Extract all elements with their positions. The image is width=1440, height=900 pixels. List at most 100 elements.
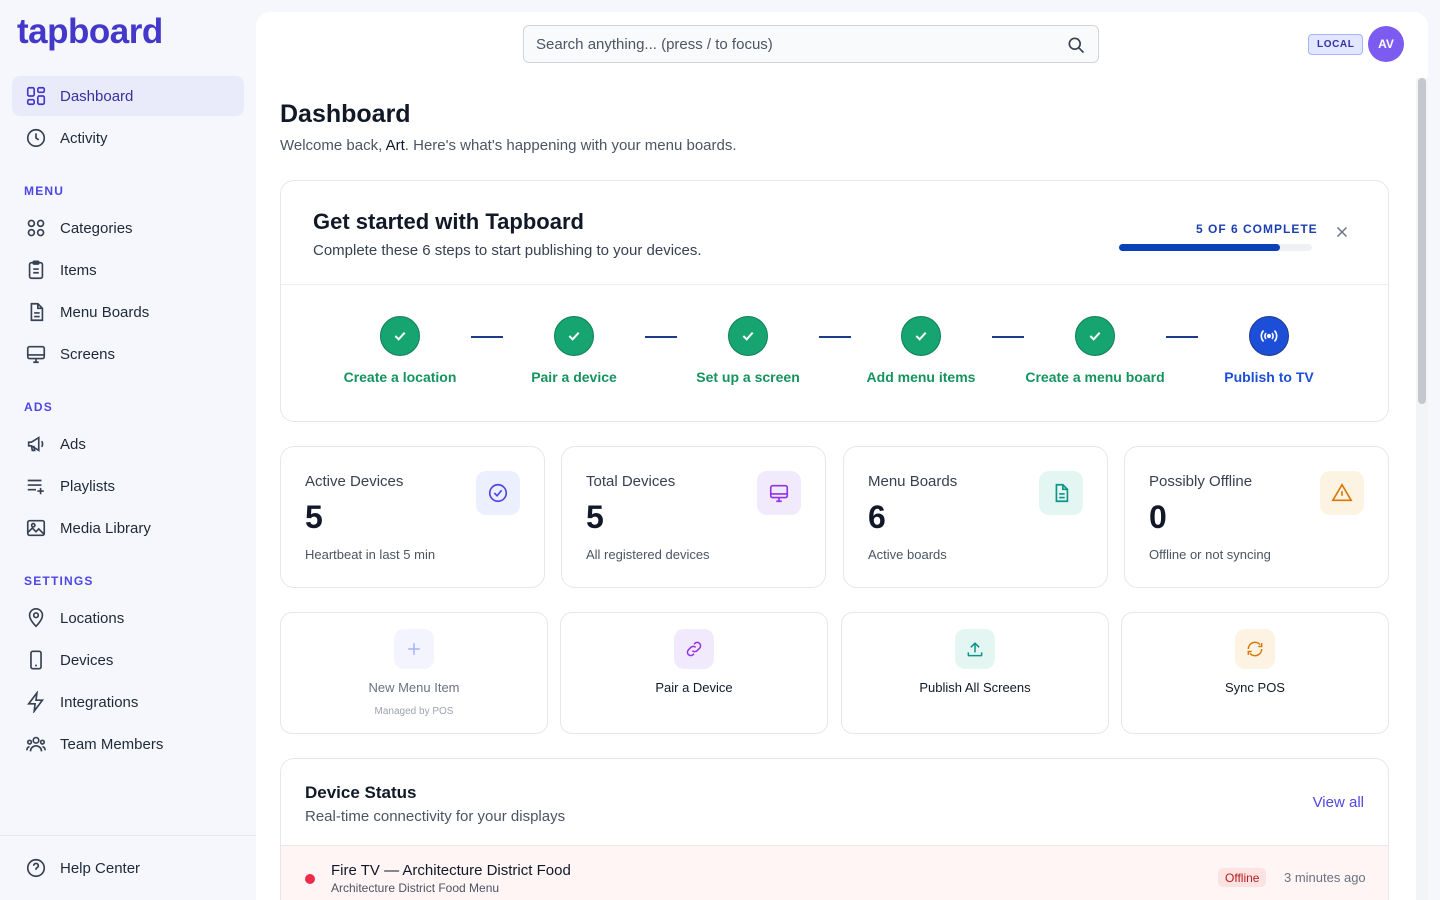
clock-icon xyxy=(24,126,48,150)
step-pair-device[interactable]: Pair a device xyxy=(487,316,661,385)
avatar[interactable]: AV xyxy=(1368,26,1404,62)
sidebar-item-label: Categories xyxy=(60,219,133,237)
sidebar-item-categories[interactable]: Categories xyxy=(12,208,244,248)
onboarding-progress-label: 5 OF 6 COMPLETE xyxy=(1196,222,1318,236)
action-label: Sync POS xyxy=(1225,680,1285,695)
user-name: Art xyxy=(385,137,405,154)
action-note: Managed by POS xyxy=(374,706,454,717)
image-icon xyxy=(24,516,48,540)
search-input[interactable] xyxy=(536,35,1056,53)
step-create-location[interactable]: Create a location xyxy=(313,316,487,385)
sidebar-item-screens[interactable]: Screens xyxy=(12,334,244,374)
stat-description: All registered devices xyxy=(586,547,710,562)
environment-badge: LOCAL xyxy=(1308,34,1364,55)
step-set-up-screen[interactable]: Set up a screen xyxy=(661,316,835,385)
app-logo[interactable]: tapboard xyxy=(17,12,163,52)
sidebar-item-menu-boards[interactable]: Menu Boards xyxy=(12,292,244,332)
sidebar-item-media-library[interactable]: Media Library xyxy=(12,508,244,548)
stat-label: Possibly Offline xyxy=(1149,473,1253,490)
pair-device-button[interactable]: Pair a Device xyxy=(560,612,828,734)
sidebar-item-label: Playlists xyxy=(60,477,116,495)
main-panel: LOCAL AV Dashboard Welcome back, Art. He… xyxy=(256,12,1428,900)
sidebar-item-integrations[interactable]: Integrations xyxy=(12,682,244,722)
sidebar-item-ads[interactable]: Ads xyxy=(12,424,244,464)
sidebar-item-locations[interactable]: Locations xyxy=(12,598,244,638)
warning-icon xyxy=(1320,471,1364,515)
onboarding-steps: Create a location Pair a device Set up a… xyxy=(281,285,1390,421)
sidebar-item-playlists[interactable]: Playlists xyxy=(12,466,244,506)
sidebar-item-help-center[interactable]: Help Center xyxy=(12,848,244,888)
playlist-icon xyxy=(24,474,48,498)
action-label: New Menu Item xyxy=(368,680,460,695)
step-publish-to-tv[interactable]: Publish to TV xyxy=(1182,316,1356,385)
step-label: Publish to TV xyxy=(1224,369,1314,385)
step-add-menu-items[interactable]: Add menu items xyxy=(834,316,1008,385)
stat-value: 5 xyxy=(586,499,604,535)
sidebar-item-label: Items xyxy=(60,261,97,279)
sidebar-item-items[interactable]: Items xyxy=(12,250,244,290)
search-icon[interactable] xyxy=(1066,35,1086,55)
stat-label: Active Devices xyxy=(305,473,404,490)
link-icon xyxy=(674,629,714,669)
onboarding-progress-fill xyxy=(1119,244,1280,251)
stat-value: 0 xyxy=(1149,499,1167,535)
scrollbar[interactable] xyxy=(1416,78,1428,900)
check-icon xyxy=(1075,316,1115,356)
sidebar-item-dashboard[interactable]: Dashboard xyxy=(12,76,244,116)
plus-icon xyxy=(394,629,434,669)
sidebar-item-label: Team Members xyxy=(60,735,164,753)
sidebar-item-team-members[interactable]: Team Members xyxy=(12,724,244,764)
new-menu-item-button: New Menu Item Managed by POS xyxy=(280,612,548,734)
megaphone-icon xyxy=(24,432,48,456)
device-status-title: Device Status xyxy=(305,783,417,802)
sidebar-item-devices[interactable]: Devices xyxy=(12,640,244,680)
step-label: Create a location xyxy=(343,369,457,385)
view-all-link[interactable]: View all xyxy=(1313,794,1364,811)
sidebar-item-label: Media Library xyxy=(60,519,151,537)
bolt-icon xyxy=(24,690,48,714)
status-dot xyxy=(305,874,315,884)
sidebar-item-label: Integrations xyxy=(60,693,139,711)
onboarding-progress-bar xyxy=(1119,244,1312,251)
onboarding-subtitle: Complete these 6 steps to start publishi… xyxy=(313,242,702,259)
phone-icon xyxy=(24,648,48,672)
welcome-suffix: . Here's what's happening with your menu… xyxy=(404,137,737,154)
page-title: Dashboard xyxy=(280,100,411,128)
section-ads-heading: ADS xyxy=(24,400,53,414)
close-icon[interactable] xyxy=(1333,223,1351,241)
check-icon xyxy=(901,316,941,356)
stat-label: Menu Boards xyxy=(868,473,958,490)
step-create-menu-board[interactable]: Create a menu board xyxy=(1008,316,1182,385)
step-label: Add menu items xyxy=(866,369,976,385)
action-label: Pair a Device xyxy=(655,680,733,695)
dashboard-icon xyxy=(24,84,48,108)
sidebar-nav: Dashboard Activity MENU Categories Items xyxy=(12,76,244,766)
document-icon xyxy=(1039,471,1083,515)
clipboard-icon xyxy=(24,258,48,282)
sidebar-item-activity[interactable]: Activity xyxy=(12,118,244,158)
sidebar-item-label: Dashboard xyxy=(60,87,134,105)
document-icon xyxy=(24,300,48,324)
stat-card-active-devices: Active Devices 5 Heartbeat in last 5 min xyxy=(280,446,545,588)
device-row[interactable]: Fire TV — Architecture District Food Arc… xyxy=(281,845,1388,900)
step-label: Set up a screen xyxy=(696,369,800,385)
grid-icon xyxy=(24,216,48,240)
status-badge: Offline xyxy=(1218,868,1267,887)
check-icon xyxy=(554,316,594,356)
publish-all-screens-button[interactable]: Publish All Screens xyxy=(841,612,1109,734)
action-label: Publish All Screens xyxy=(919,680,1031,695)
check-icon xyxy=(380,316,420,356)
stat-value: 5 xyxy=(305,499,323,535)
stat-description: Heartbeat in last 5 min xyxy=(305,547,436,562)
search-bar[interactable] xyxy=(523,25,1099,63)
device-name: Fire TV — Architecture District Food xyxy=(331,862,571,879)
welcome-prefix: Welcome back, xyxy=(280,137,386,154)
onboarding-card: Get started with Tapboard Complete these… xyxy=(280,180,1389,422)
device-status-subtitle: Real-time connectivity for your displays xyxy=(305,808,566,825)
sidebar-item-label: Screens xyxy=(60,345,116,363)
stat-description: Offline or not syncing xyxy=(1149,547,1271,562)
sync-pos-button[interactable]: Sync POS xyxy=(1121,612,1389,734)
monitor-icon xyxy=(24,342,48,366)
upload-icon xyxy=(955,629,995,669)
scrollbar-thumb[interactable] xyxy=(1418,78,1426,404)
